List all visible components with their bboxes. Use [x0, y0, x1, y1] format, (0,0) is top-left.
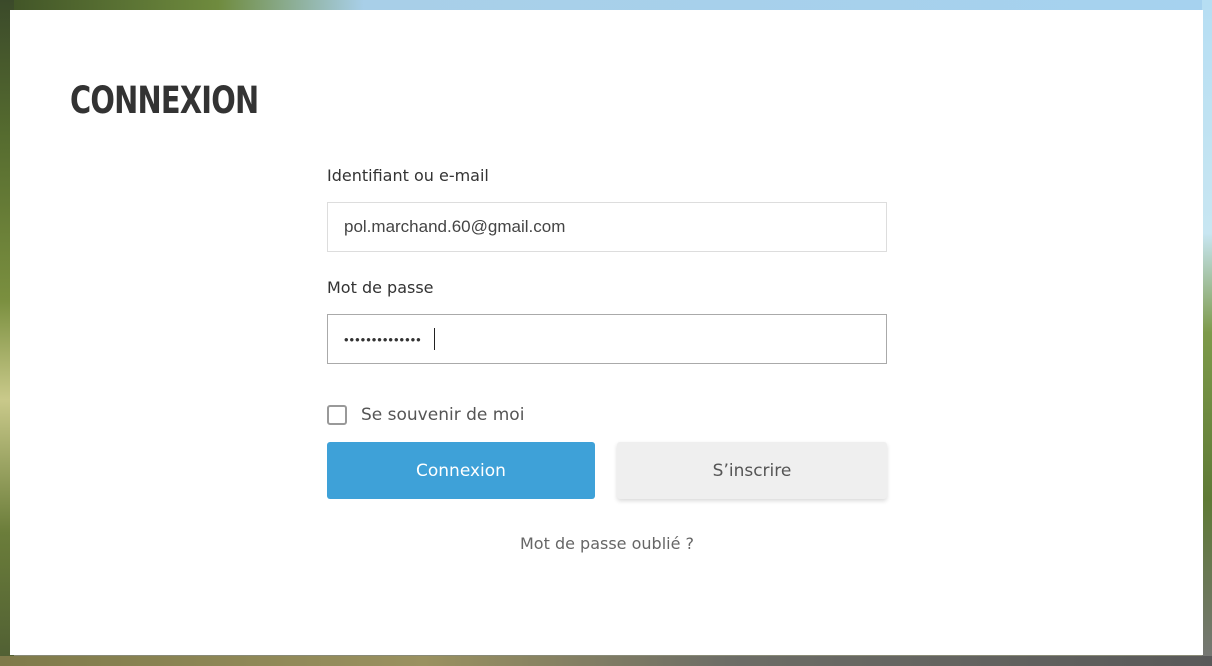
username-input[interactable] — [327, 202, 887, 252]
username-label: Identifiant ou e-mail — [327, 166, 489, 185]
register-button[interactable]: S’inscrire — [617, 442, 887, 499]
text-caret — [434, 328, 435, 350]
forgot-password-link[interactable]: Mot de passe oublié ? — [327, 534, 887, 553]
remember-me-label[interactable]: Se souvenir de moi — [361, 405, 524, 425]
password-input[interactable] — [327, 314, 887, 364]
page-title: CONNEXION — [70, 79, 259, 122]
login-card: CONNEXION Identifiant ou e-mail Mot de p… — [10, 10, 1203, 655]
login-button[interactable]: Connexion — [327, 442, 595, 499]
password-label: Mot de passe — [327, 278, 434, 297]
remember-me-row[interactable]: Se souvenir de moi — [327, 405, 524, 425]
background-photo-bottom — [0, 656, 1212, 666]
remember-me-checkbox[interactable] — [327, 405, 347, 425]
background-photo-right — [1202, 0, 1212, 666]
